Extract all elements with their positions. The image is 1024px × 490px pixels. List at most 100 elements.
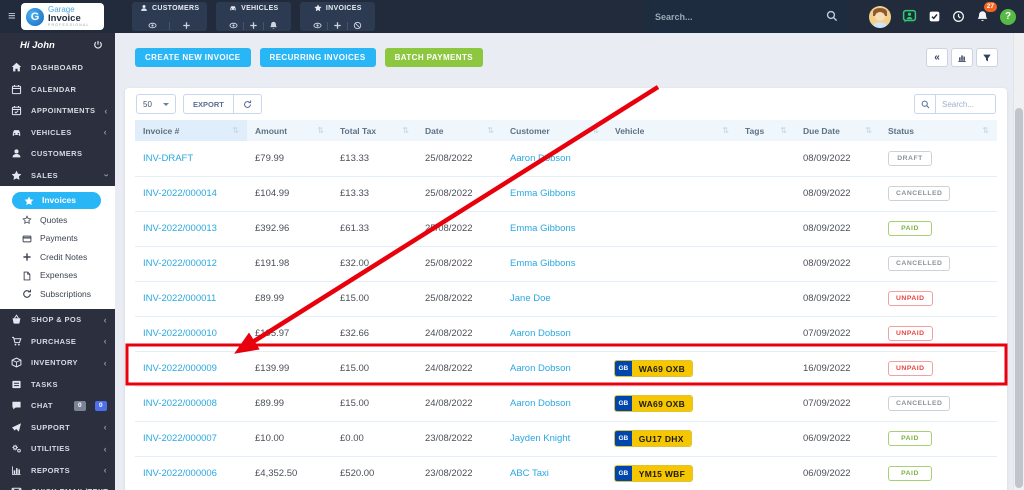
total-tax-cell: £13.33 xyxy=(332,141,417,177)
logout-power-icon[interactable] xyxy=(93,36,103,54)
sidebar-item-utilities[interactable]: UTILITIES ‹ xyxy=(0,438,115,460)
sidebar-item-dashboard[interactable]: DASHBOARD xyxy=(0,57,115,79)
status-badge: PAID xyxy=(888,221,932,236)
chevron-left-icon: ‹ xyxy=(103,314,107,325)
column-header-customer[interactable]: Customer ⇅ xyxy=(502,120,607,141)
customer-link[interactable]: Aaron Dobson xyxy=(510,363,571,374)
add-customer-button[interactable] xyxy=(177,21,196,30)
view-vehicles-button[interactable] xyxy=(224,21,243,30)
sidebar-item-customers[interactable]: CUSTOMERS xyxy=(0,143,115,165)
filter-button[interactable] xyxy=(976,48,998,67)
table-search-input[interactable] xyxy=(936,94,996,114)
vehicle-plate[interactable]: GB GU17 DHX xyxy=(615,431,691,446)
sidebar-item-inventory[interactable]: INVENTORY ‹ xyxy=(0,352,115,374)
due-date-cell: 08/09/2022 xyxy=(795,281,880,317)
menu-toggle-icon[interactable]: ≡ xyxy=(8,8,16,24)
submenu-item-credit-notes[interactable]: Credit Notes xyxy=(0,248,115,267)
collapse-button[interactable]: « xyxy=(926,48,948,67)
sidebar-more-items: SHOP & POS ‹ PURCHASE ‹ INVENTORY ‹ TASKS CHAT 0… xyxy=(0,309,120,490)
invoice-link[interactable]: INV-2022/000010 xyxy=(143,328,217,339)
status-badge: UNPAID xyxy=(888,291,933,306)
submenu-item-quotes[interactable]: Quotes xyxy=(0,211,115,230)
column-header-tags[interactable]: Tags ⇅ xyxy=(737,120,795,141)
vertical-scrollbar[interactable] xyxy=(1013,33,1024,490)
user-avatar[interactable] xyxy=(869,5,891,28)
column-header-invoice[interactable]: Invoice # ⇅ xyxy=(135,120,247,141)
app-logo[interactable]: G Garage Invoice PROFESSIONAL xyxy=(21,3,104,30)
submenu-item-invoices[interactable]: Invoices xyxy=(12,192,101,209)
table-search-icon[interactable] xyxy=(914,94,936,114)
scrollbar-thumb[interactable] xyxy=(1014,108,1023,488)
invoice-link[interactable]: INV-2022/000007 xyxy=(143,433,217,444)
invoice-link[interactable]: INV-DRAFT xyxy=(143,153,193,164)
invoice-link[interactable]: INV-2022/000012 xyxy=(143,258,217,269)
invoice-link[interactable]: INV-2022/000008 xyxy=(143,398,217,409)
submenu-item-expenses[interactable]: Expenses xyxy=(0,266,115,285)
global-search-input[interactable] xyxy=(655,11,826,22)
invoice-link[interactable]: INV-2022/000013 xyxy=(143,223,217,234)
add-invoice-button[interactable] xyxy=(328,21,347,30)
customer-link[interactable]: Aaron Dobson xyxy=(510,398,571,409)
notifications-bell-icon[interactable]: 27 xyxy=(976,1,997,26)
sidebar-item-calendar[interactable]: CALENDAR xyxy=(0,79,115,101)
submenu-item-payments[interactable]: Payments xyxy=(0,229,115,248)
customer-link[interactable]: Aaron Dobson xyxy=(510,328,571,339)
clock-icon[interactable] xyxy=(952,10,965,23)
table-row-highlighted: INV-2022/000009 £139.99 £15.00 24/08/2022 Aa… xyxy=(135,351,997,387)
user-greeting: Hi John xyxy=(20,39,55,51)
sidebar-item-chat[interactable]: CHAT 0 0 xyxy=(0,395,115,417)
sidebar-item-appointments[interactable]: APPOINTMENTS ‹ xyxy=(0,100,115,122)
cart-icon xyxy=(11,336,22,347)
refresh-button[interactable] xyxy=(233,94,262,114)
customer-link[interactable]: Jayden Knight xyxy=(510,433,570,444)
column-header-vehicle[interactable]: Vehicle ⇅ xyxy=(607,120,737,141)
chart-view-button[interactable] xyxy=(951,48,973,67)
column-header-due-date[interactable]: Due Date ⇅ xyxy=(795,120,880,141)
sidebar-item-quick-email-text[interactable]: QUICK EMAIL/TEXT‹ xyxy=(0,481,120,490)
create-new-invoice-button[interactable]: CREATE NEW INVOICE xyxy=(135,48,251,67)
customer-link[interactable]: Aaron Dobson xyxy=(510,153,571,164)
invoice-link[interactable]: INV-2022/000006 xyxy=(143,468,217,479)
column-header-amount[interactable]: Amount ⇅ xyxy=(247,120,332,141)
help-icon[interactable]: ? xyxy=(1000,8,1016,25)
sidebar-item-tasks[interactable]: TASKS xyxy=(0,374,115,396)
refresh-icon xyxy=(22,288,32,299)
view-invoices-button[interactable] xyxy=(308,21,327,30)
customer-link[interactable]: Emma Gibbons xyxy=(510,188,575,199)
vehicle-plate[interactable]: GB WA69 OXB xyxy=(615,396,693,411)
sidebar-item-shop-pos[interactable]: SHOP & POS ‹ xyxy=(0,309,115,331)
sidebar-item-reports[interactable]: REPORTS ‹ xyxy=(0,460,115,482)
customer-link[interactable]: Jane Doe xyxy=(510,293,551,304)
void-invoices-button[interactable] xyxy=(348,21,367,30)
table-row: INV-2022/000013 £392.96 £61.33 25/08/2022 Em… xyxy=(135,211,997,247)
recurring-invoices-button[interactable]: RECURRING INVOICES xyxy=(259,48,376,67)
sidebar-item-purchase[interactable]: PURCHASE ‹ xyxy=(0,331,115,353)
amount-cell: £104.99 xyxy=(247,176,332,212)
sidebar-item-support[interactable]: SUPPORT ‹ xyxy=(0,417,115,439)
sales-submenu: Invoices Quotes Payments Credit Notes Expens… xyxy=(0,186,115,309)
sidebar-item-sales[interactable]: SALES ‹ xyxy=(0,165,115,187)
export-button[interactable]: EXPORT xyxy=(183,94,234,114)
search-icon[interactable] xyxy=(826,8,838,26)
batch-payments-button[interactable]: BATCH PAYMENTS xyxy=(384,48,483,67)
amount-cell: £4,352.50 xyxy=(247,456,332,490)
vehicle-plate[interactable]: GB YM15 WBF xyxy=(615,466,693,481)
sidebar-item-vehicles[interactable]: VEHICLES ‹ xyxy=(0,122,115,144)
invoice-link[interactable]: INV-2022/000009 xyxy=(143,363,217,374)
column-header-total-tax[interactable]: Total Tax ⇅ xyxy=(332,120,417,141)
column-header-status[interactable]: Status ⇅ xyxy=(880,120,997,141)
check-square-icon[interactable] xyxy=(928,10,941,23)
vehicle-plate[interactable]: GB WA69 OXB xyxy=(615,361,693,376)
customer-link[interactable]: Emma Gibbons xyxy=(510,258,575,269)
page-size-select[interactable]: 50 xyxy=(136,94,176,114)
vehicle-reminders-button[interactable] xyxy=(264,21,283,30)
customer-link[interactable]: ABC Taxi xyxy=(510,468,549,479)
submenu-item-subscriptions[interactable]: Subscriptions xyxy=(0,285,115,304)
customer-link[interactable]: Emma Gibbons xyxy=(510,223,575,234)
invoice-link[interactable]: INV-2022/000011 xyxy=(143,293,216,304)
column-header-date[interactable]: Date ⇅ xyxy=(417,120,502,141)
support-agent-icon[interactable] xyxy=(902,9,917,24)
invoice-link[interactable]: INV-2022/000014 xyxy=(143,188,217,199)
add-vehicle-button[interactable] xyxy=(244,21,263,30)
view-customers-button[interactable] xyxy=(143,21,162,30)
